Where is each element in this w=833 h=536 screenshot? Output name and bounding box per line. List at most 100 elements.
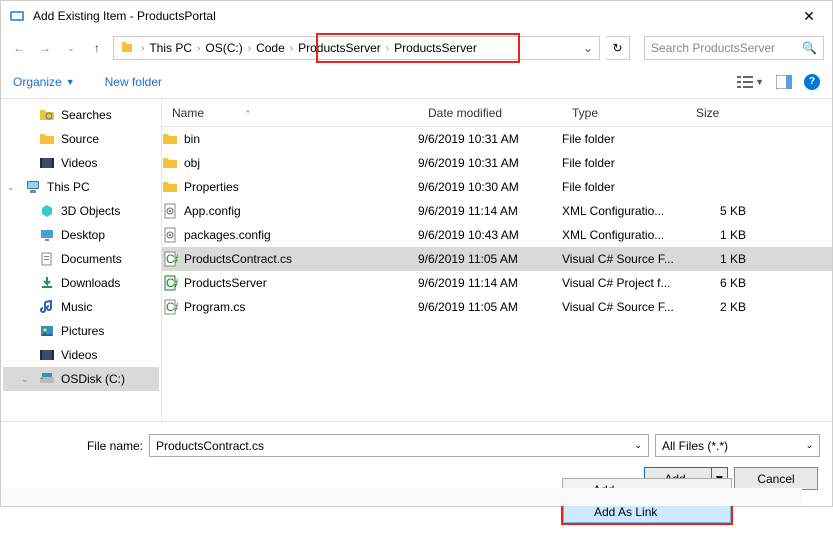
tree-item-music[interactable]: Music	[3, 295, 159, 319]
expand-icon[interactable]: ⌄	[7, 182, 15, 193]
file-row[interactable]: C#Program.cs9/6/2019 11:05 AMVisual C# S…	[162, 295, 832, 319]
file-name: packages.config	[184, 228, 271, 242]
breadcrumb-seg-2[interactable]: Code	[254, 41, 287, 55]
preview-pane-button[interactable]	[776, 75, 792, 89]
folder-icon	[162, 131, 178, 147]
expand-icon[interactable]: ⌄	[21, 374, 29, 385]
downloads-icon	[39, 275, 55, 291]
titlebar: Add Existing Item - ProductsPortal ✕	[1, 1, 832, 31]
column-name[interactable]: Name⌃	[162, 106, 418, 120]
tree-item-videos[interactable]: Videos	[3, 151, 159, 175]
tree-item-label: OSDisk (C:)	[61, 372, 125, 386]
music-icon	[39, 299, 55, 315]
file-type: XML Configuratio...	[562, 204, 686, 218]
chevron-right-icon[interactable]: ›	[383, 43, 392, 54]
filename-label: File name:	[13, 439, 143, 453]
breadcrumb-seg-3[interactable]: ProductsServer	[296, 41, 383, 55]
back-button[interactable]: ←	[9, 38, 29, 58]
file-name: bin	[184, 132, 200, 146]
app-icon	[9, 8, 25, 24]
bottom-panel: File name: ProductsContract.cs ⌄ All Fil…	[1, 421, 832, 536]
file-row[interactable]: C#ProductsServer9/6/2019 11:14 AMVisual …	[162, 271, 832, 295]
breadcrumb[interactable]: › This PC › OS(C:) › Code › ProductsServ…	[113, 36, 600, 60]
breadcrumb-seg-0[interactable]: This PC	[147, 41, 194, 55]
tree-item-documents[interactable]: Documents	[3, 247, 159, 271]
help-button[interactable]: ?	[804, 74, 820, 90]
tree-item-label: Documents	[61, 252, 122, 266]
drive-icon	[39, 371, 55, 387]
tree-item-desktop[interactable]: Desktop	[3, 223, 159, 247]
file-row[interactable]: obj9/6/2019 10:31 AMFile folder	[162, 151, 832, 175]
file-name: ProductsContract.cs	[184, 252, 292, 266]
chevron-down-icon[interactable]: ⌄	[634, 440, 642, 451]
scrollbar-area	[2, 488, 802, 506]
tree-item-pictures[interactable]: Pictures	[3, 319, 159, 343]
thispc-icon	[25, 179, 41, 195]
chevron-right-icon[interactable]: ›	[245, 43, 254, 54]
chevron-right-icon[interactable]: ›	[194, 43, 203, 54]
file-type: File folder	[562, 156, 686, 170]
tree-item-label: 3D Objects	[61, 204, 120, 218]
filter-select[interactable]: All Files (*.*) ⌄	[655, 434, 820, 457]
file-row[interactable]: bin9/6/2019 10:31 AMFile folder	[162, 127, 832, 151]
config-icon	[162, 203, 178, 219]
file-row[interactable]: App.config9/6/2019 11:14 AMXML Configura…	[162, 199, 832, 223]
window-title: Add Existing Item - ProductsPortal	[33, 9, 794, 23]
tree-item-label: Pictures	[61, 324, 104, 338]
refresh-button[interactable]: ↻	[606, 36, 630, 60]
file-size: 2 KB	[686, 300, 766, 314]
videos-icon	[39, 347, 55, 363]
filename-value: ProductsContract.cs	[156, 439, 264, 453]
tree-item-osdisk-c-[interactable]: ⌄ OSDisk (C:)	[3, 367, 159, 391]
file-size: 6 KB	[686, 276, 766, 290]
cs-icon: C#	[162, 251, 178, 267]
cancel-button[interactable]: Cancel	[734, 467, 818, 490]
breadcrumb-root-icon[interactable]	[118, 40, 138, 56]
tree-item-downloads[interactable]: Downloads	[3, 271, 159, 295]
recent-button[interactable]: ⌄	[61, 38, 81, 58]
search-icon: 🔍	[802, 41, 817, 55]
nav-row: ← → ⌄ ↑ › This PC › OS(C:) › Code › Prod…	[1, 31, 832, 65]
up-button[interactable]: ↑	[87, 38, 107, 58]
file-type: Visual C# Project f...	[562, 276, 686, 290]
config-icon	[162, 227, 178, 243]
file-row[interactable]: C#ProductsContract.cs9/6/2019 11:05 AMVi…	[162, 247, 832, 271]
file-date: 9/6/2019 11:14 AM	[418, 204, 562, 218]
tree-item-label: Source	[61, 132, 99, 146]
column-date[interactable]: Date modified	[418, 106, 562, 120]
tree-item-this-pc[interactable]: ⌄ This PC	[3, 175, 159, 199]
chevron-right-icon[interactable]: ›	[138, 43, 147, 54]
file-type: File folder	[562, 132, 686, 146]
file-date: 9/6/2019 10:31 AM	[418, 156, 562, 170]
chevron-right-icon[interactable]: ›	[287, 43, 296, 54]
file-row[interactable]: packages.config9/6/2019 10:43 AMXML Conf…	[162, 223, 832, 247]
tree-item-videos[interactable]: Videos	[3, 343, 159, 367]
tree-item-label: This PC	[47, 180, 90, 194]
file-name: Properties	[184, 180, 239, 194]
tree-item-source[interactable]: Source	[3, 127, 159, 151]
column-size[interactable]: Size	[686, 106, 766, 120]
tree-item-3d-objects[interactable]: 3D Objects	[3, 199, 159, 223]
tree-item-searches[interactable]: Searches	[3, 103, 159, 127]
search-input[interactable]: Search ProductsServer 🔍	[644, 36, 824, 60]
svg-text:C#: C#	[166, 252, 178, 266]
organize-button[interactable]: Organize▼	[13, 75, 75, 89]
column-type[interactable]: Type	[562, 106, 686, 120]
filename-input[interactable]: ProductsContract.cs ⌄	[149, 434, 649, 457]
column-headers: Name⌃ Date modified Type Size	[162, 99, 832, 127]
view-mode-button[interactable]: ▼	[737, 75, 764, 89]
breadcrumb-dropdown[interactable]: ⌄	[577, 41, 599, 55]
close-button[interactable]: ✕	[794, 8, 824, 25]
svg-text:C#: C#	[166, 300, 178, 314]
nav-tree[interactable]: Searches Source Videos ⌄ This PC 3D Objects De…	[1, 99, 161, 421]
file-row[interactable]: Properties9/6/2019 10:30 AMFile folder	[162, 175, 832, 199]
body: Searches Source Videos ⌄ This PC 3D Objects De…	[1, 99, 832, 421]
tree-item-label: Searches	[61, 108, 112, 122]
breadcrumb-seg-1[interactable]: OS(C:)	[203, 41, 244, 55]
folder-icon	[162, 155, 178, 171]
search-placeholder: Search ProductsServer	[651, 41, 775, 55]
chevron-down-icon[interactable]: ⌄	[805, 440, 813, 451]
breadcrumb-seg-4[interactable]: ProductsServer	[392, 41, 479, 55]
new-folder-button[interactable]: New folder	[105, 75, 162, 89]
toolbar: Organize▼ New folder ▼ ?	[1, 65, 832, 99]
